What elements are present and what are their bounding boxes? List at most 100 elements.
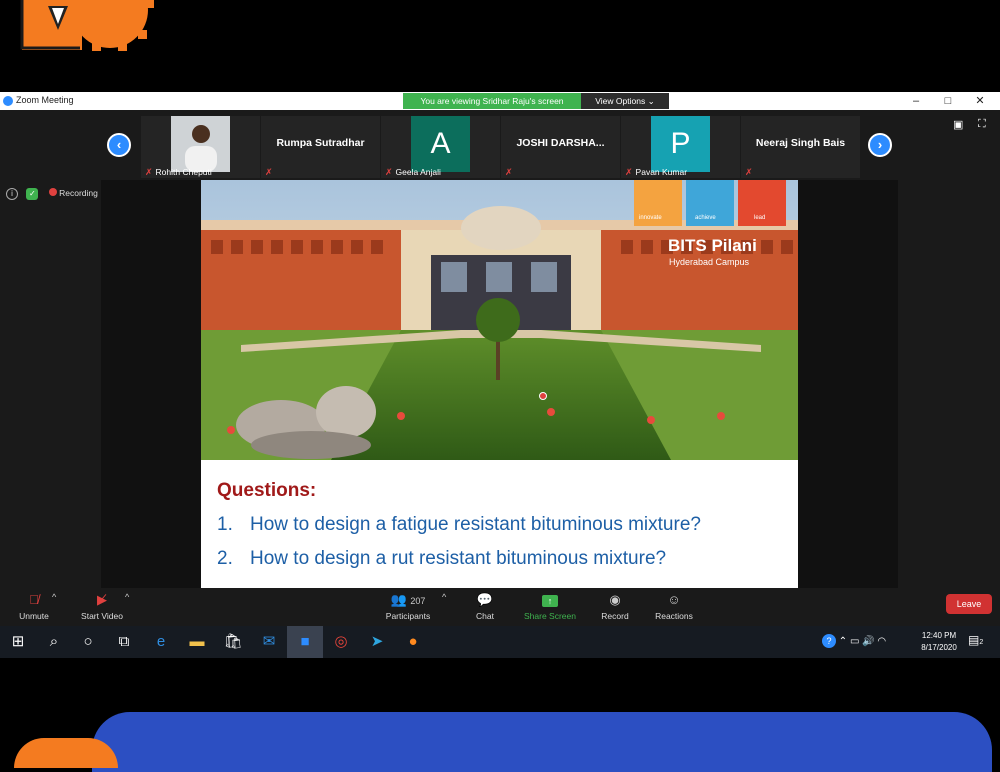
- brand-tag: innovate: [639, 215, 662, 221]
- smiley-icon: ☺: [667, 592, 681, 607]
- chat-icon: 💬: [476, 592, 494, 607]
- layout-icon[interactable]: ▣: [953, 118, 963, 131]
- zoom-window: Zoom Meeting You are viewing Sridhar Raj…: [0, 92, 1000, 658]
- question-text: How to design a fatigue resistant bitumi…: [250, 514, 701, 535]
- mic-muted-icon: ✗: [625, 167, 633, 177]
- store-icon[interactable]: 🛍: [215, 626, 251, 658]
- question-number: 1.: [217, 514, 233, 535]
- brand-tag: achieve: [695, 215, 716, 221]
- chat-label: Chat: [476, 611, 494, 621]
- participants-button[interactable]: 👥 207 Participants: [378, 592, 438, 621]
- status-row: i ✓ Recording: [6, 188, 98, 202]
- record-label: Record: [601, 611, 629, 621]
- clock-time: 12:40 PM: [921, 631, 957, 640]
- windows-taskbar: ⊞ ⌕ ○ ⧉ e ▬ 🛍 ✉ ■ ◎ ➤ ● ? ⌃ ▭ 🔊 ◠ 12:40 …: [0, 626, 1000, 658]
- questions-block: Questions: 1. How to design a fatigue res…: [217, 480, 701, 570]
- participant-tile[interactable]: Rumpa Sutradhar ✗: [261, 116, 380, 178]
- question-item: 1. How to design a fatigue resistant bitu…: [217, 514, 701, 536]
- chevron-up-icon[interactable]: ^: [125, 592, 129, 602]
- participant-tile[interactable]: Neeraj Singh Bais ✗: [741, 116, 860, 178]
- brand-subtitle: Hyderabad Campus: [669, 257, 750, 267]
- leave-button[interactable]: Leave: [946, 594, 992, 614]
- clock[interactable]: 12:40 PM 8/17/2020: [918, 630, 960, 654]
- notification-count: 2: [979, 639, 984, 646]
- participant-name: Pavan Kumar: [635, 167, 688, 177]
- participant-tile[interactable]: A ✗ Geela Anjali: [381, 116, 500, 178]
- campus-photo: innovate achieve lead BITS Pilani Hydera…: [201, 180, 798, 460]
- info-icon[interactable]: i: [6, 188, 18, 200]
- view-options-button[interactable]: View Options ⌄: [581, 93, 669, 109]
- shield-icon[interactable]: ✓: [26, 188, 39, 200]
- close-button[interactable]: ✕: [970, 94, 990, 108]
- participants-label: Participants: [385, 611, 431, 621]
- brand-tag: lead: [754, 215, 766, 221]
- start-video-label: Start Video: [81, 611, 123, 621]
- start-video-button[interactable]: ▶̸ Start Video: [72, 592, 132, 621]
- windows-start-icon[interactable]: ⊞: [0, 626, 36, 658]
- notification-icon[interactable]: ▤2: [968, 633, 983, 647]
- chevron-up-icon[interactable]: ^: [52, 592, 56, 602]
- presentation-slide: innovate achieve lead BITS Pilani Hydera…: [201, 180, 798, 590]
- share-screen-icon: ↑: [520, 592, 580, 608]
- fullscreen-icon[interactable]: ⛶: [978, 118, 986, 131]
- participant-tile[interactable]: JOSHI DARSHA... ✗: [501, 116, 620, 178]
- share-screen-button[interactable]: ↑ Share Screen: [520, 592, 580, 621]
- task-view-icon[interactable]: ⧉: [106, 626, 142, 658]
- question-text: How to design a rut resistant bituminous…: [250, 548, 667, 569]
- recording-icon: [48, 188, 57, 196]
- mic-muted-icon: ✗: [745, 167, 753, 177]
- chevron-up-icon[interactable]: ⌃: [839, 636, 847, 647]
- decorative-shape: [14, 738, 118, 768]
- reactions-button[interactable]: ☺ Reactions: [644, 592, 704, 621]
- chevron-right-icon[interactable]: ›: [868, 133, 892, 157]
- participant-avatar: A: [411, 116, 470, 172]
- maximize-button[interactable]: □: [938, 94, 958, 108]
- unmute-label: Unmute: [19, 611, 49, 621]
- minimize-button[interactable]: –: [906, 94, 926, 108]
- help-icon[interactable]: ?: [822, 634, 836, 648]
- edge-icon[interactable]: e: [143, 626, 179, 658]
- mic-muted-icon: ✗: [505, 167, 513, 177]
- participant-name: JOSHI DARSHA...: [516, 137, 605, 149]
- participant-strip: ‹ ✗ Rohith Cheputi Rumpa Sutradhar ✗ A ✗ G…: [0, 110, 1000, 180]
- share-screen-label: Share Screen: [524, 611, 576, 621]
- reactions-label: Reactions: [655, 611, 693, 621]
- chevron-up-icon[interactable]: ^: [442, 592, 446, 602]
- zoom-app-icon: [3, 96, 13, 106]
- participants-count: 207: [410, 596, 426, 606]
- participant-tile[interactable]: ✗ Rohith Cheputi: [141, 116, 260, 178]
- cortana-icon[interactable]: ○: [70, 626, 106, 658]
- participant-name: Geela Anjali: [395, 167, 441, 177]
- participant-tile[interactable]: P ✗ Pavan Kumar: [621, 116, 740, 178]
- wifi-icon[interactable]: ◠: [877, 636, 886, 647]
- system-tray: ? ⌃ ▭ 🔊 ◠: [822, 626, 886, 658]
- chrome-icon[interactable]: ◎: [323, 626, 359, 658]
- shared-screen: innovate achieve lead BITS Pilani Hydera…: [101, 180, 898, 590]
- mic-muted-icon: ✗: [385, 167, 393, 177]
- pointer-icon: [539, 392, 547, 400]
- search-icon[interactable]: ⌕: [36, 626, 72, 658]
- brand-name: BITS Pilani: [668, 236, 757, 255]
- mail-icon[interactable]: ✉: [251, 626, 287, 658]
- questions-title: Questions:: [217, 480, 317, 501]
- window-title: Zoom Meeting: [16, 95, 74, 105]
- decorative-banner: [92, 712, 992, 772]
- volume-icon[interactable]: 🔊: [862, 636, 874, 647]
- participant-video: [171, 116, 230, 172]
- zoom-taskbar-icon[interactable]: ■: [287, 626, 323, 658]
- clock-date: 8/17/2020: [921, 643, 957, 652]
- question-item: 2. How to design a rut resistant bitumino…: [217, 548, 701, 570]
- mic-muted-icon: ✗: [145, 167, 153, 177]
- chat-button[interactable]: 💬 Chat: [455, 592, 515, 621]
- telegram-icon[interactable]: ➤: [359, 626, 395, 658]
- file-explorer-icon[interactable]: ▬: [179, 626, 215, 658]
- participant-name: Rohith Cheputi: [155, 167, 212, 177]
- video-off-icon: ▶̸: [97, 592, 107, 607]
- recording-status: Recording: [59, 188, 98, 198]
- mic-muted-icon: ✗: [265, 167, 273, 177]
- battery-icon[interactable]: ▭: [850, 636, 859, 647]
- firefox-icon[interactable]: ●: [395, 626, 431, 658]
- chevron-left-icon[interactable]: ‹: [107, 133, 131, 157]
- participant-name: Neeraj Singh Bais: [755, 137, 846, 149]
- record-button[interactable]: ◉ Record: [585, 592, 645, 621]
